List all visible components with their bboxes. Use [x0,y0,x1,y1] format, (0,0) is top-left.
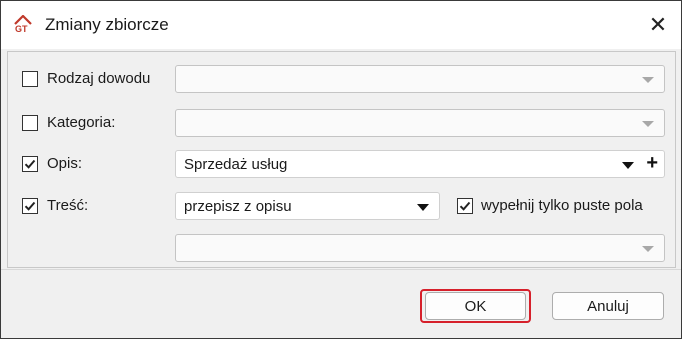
row-rodzaj-dowodu: Rodzaj dowodu [8,64,675,94]
chevron-down-icon[interactable] [622,162,634,169]
row-kategoria: Kategoria: [8,108,675,138]
footer-divider [1,269,681,270]
chevron-down-icon [642,77,654,83]
gt-logo-icon: GT [14,15,32,33]
checkmark-icon [24,201,36,211]
add-icon[interactable]: + [646,152,658,175]
dialog-window: GT Zmiany zbiorcze ✕ Rodzaj dowodu Kateg… [0,0,682,339]
tresc-checkbox[interactable] [22,198,38,214]
fill-empty-checkbox[interactable] [457,198,473,214]
cancel-button[interactable]: Anuluj [552,292,664,320]
row-tresc: Treść: przepisz z opisu wypełnij tylko p… [8,191,675,221]
opis-combo[interactable]: Sprzedaż usług + [175,150,665,178]
kategoria-select[interactable] [175,109,665,137]
row-extra [8,233,675,263]
close-icon: ✕ [648,12,668,37]
row-opis: Opis: Sprzedaż usług + [8,149,675,179]
rodzaj-dowodu-select[interactable] [175,65,665,93]
tresc-value: przepisz z opisu [184,198,292,215]
form-panel: Rodzaj dowodu Kategoria: Opis: Sprzedaż … [7,51,676,268]
chevron-down-icon [417,204,429,211]
chevron-down-icon [642,246,654,252]
chevron-down-icon [642,121,654,127]
svg-text:GT: GT [15,24,28,33]
title-bar: GT Zmiany zbiorcze ✕ [1,1,681,49]
close-button[interactable]: ✕ [635,1,681,49]
opis-label: Opis: [47,155,83,172]
fill-empty-label: wypełnij tylko puste pola [481,197,643,214]
opis-value: Sprzedaż usług [184,156,288,173]
window-title: Zmiany zbiorcze [45,15,169,34]
tresc-label: Treść: [47,197,89,214]
ok-button[interactable]: OK [425,292,526,320]
rodzaj-dowodu-checkbox[interactable] [22,71,38,87]
checkmark-icon [24,159,36,169]
opis-checkbox[interactable] [22,156,38,172]
kategoria-checkbox[interactable] [22,115,38,131]
tresc-select[interactable]: przepisz z opisu [175,192,440,220]
extra-select[interactable] [175,234,665,262]
kategoria-label: Kategoria: [47,114,116,131]
rodzaj-dowodu-label: Rodzaj dowodu [47,70,151,87]
checkmark-icon [459,201,471,211]
